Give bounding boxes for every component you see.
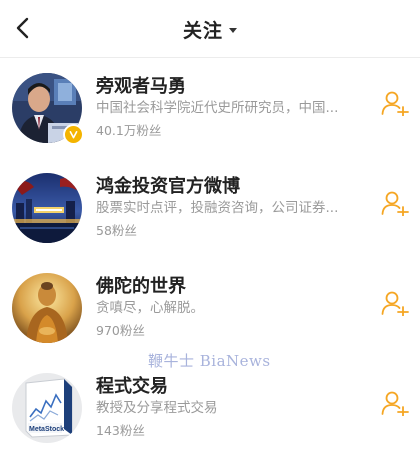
title-dropdown[interactable]: 关注	[183, 16, 237, 43]
chevron-left-icon	[16, 17, 29, 39]
user-bio: 教授及分享程式交易	[96, 400, 218, 416]
follow-button[interactable]	[380, 188, 410, 218]
avatar[interactable]	[12, 273, 82, 343]
add-user-icon	[381, 291, 409, 316]
night-city-skyline	[12, 173, 82, 243]
add-user-icon	[381, 91, 409, 116]
fan-count: 58粉丝	[96, 223, 137, 238]
user-row[interactable]: 鸿金投资官方微博 股票实时点评，投融资咨询，公司证券... 58粉丝	[0, 158, 420, 258]
fan-count: 970粉丝	[96, 323, 145, 338]
avatar[interactable]	[12, 173, 82, 243]
add-user-icon	[381, 391, 409, 416]
fan-count: 40.1万粉丝	[96, 123, 162, 138]
user-bio: 贪嗔尽，心解脱。	[96, 300, 204, 316]
user-row[interactable]: 旁观者马勇 中国社会科学院近代史所研究员，中国... 40.1万粉丝	[0, 58, 420, 158]
fan-count: 143粉丝	[96, 423, 145, 438]
user-name: 程式交易	[96, 376, 168, 397]
avatar-logo-text: MetaStock	[29, 426, 64, 433]
top-nav-bar: 关注	[0, 0, 420, 58]
add-user-icon	[381, 191, 409, 216]
user-bio: 股票实时点评，投融资咨询，公司证券...	[96, 200, 339, 216]
user-name: 旁观者马勇	[96, 76, 186, 97]
user-name: 佛陀的世界	[96, 276, 186, 297]
user-bio: 中国社会科学院近代史所研究员，中国...	[96, 100, 339, 116]
user-row[interactable]: 佛陀的世界 贪嗔尽，心解脱。 970粉丝	[0, 258, 420, 358]
user-name: 鸿金投资官方微博	[96, 176, 240, 197]
caret-down-icon	[229, 27, 237, 33]
page-title: 关注	[182, 19, 223, 42]
verified-badge	[63, 124, 84, 145]
avatar[interactable]: MetaStock	[12, 373, 82, 443]
metastock-box: MetaStock	[12, 373, 82, 443]
golden-buddha	[12, 273, 82, 343]
follow-button[interactable]	[380, 288, 410, 318]
verified-v-icon	[69, 130, 78, 139]
follow-button[interactable]	[380, 388, 410, 418]
back-button[interactable]	[8, 12, 38, 44]
user-row[interactable]: MetaStock 程式交易 教授及分享程式交易 143粉丝	[0, 358, 420, 453]
follow-button[interactable]	[380, 88, 410, 118]
watermark: 鞭牛士 BiaNews	[148, 352, 271, 370]
following-page: 关注 旁观者马勇 中国社会科学院近代史所研究员，中国... 40.1万粉丝 鸿金…	[0, 0, 420, 453]
